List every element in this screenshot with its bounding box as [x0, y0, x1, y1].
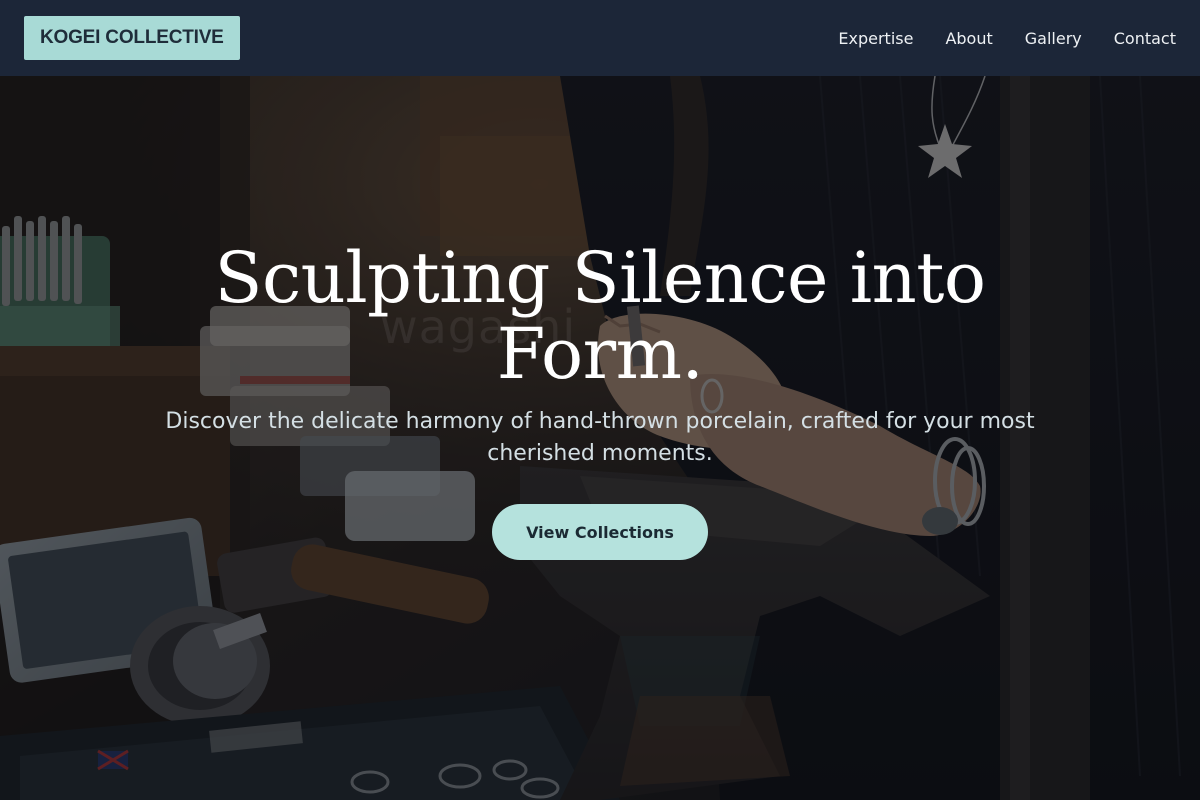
site-logo[interactable]: KOGEI COLLECTIVE [24, 16, 240, 60]
hero-title: Sculpting Silence into Form. [214, 237, 986, 395]
main-nav: Expertise About Gallery Contact [838, 29, 1176, 48]
nav-link-expertise[interactable]: Expertise [838, 29, 913, 48]
hero-subtitle: Discover the delicate harmony of hand-th… [165, 409, 1035, 466]
page: KOGEI COLLECTIVE Expertise About Gallery… [0, 0, 1200, 800]
hero-content: Sculpting Silence into Form. Discover th… [0, 76, 1200, 800]
nav-link-about[interactable]: About [945, 29, 992, 48]
nav-link-gallery[interactable]: Gallery [1025, 29, 1082, 48]
view-collections-button[interactable]: View Collections [492, 504, 708, 560]
site-header: KOGEI COLLECTIVE Expertise About Gallery… [0, 0, 1200, 76]
nav-link-contact[interactable]: Contact [1114, 29, 1176, 48]
